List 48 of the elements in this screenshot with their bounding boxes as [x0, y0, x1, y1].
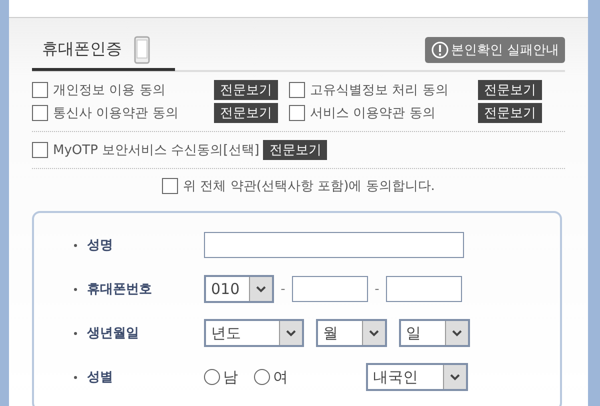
chevron-down-icon [369, 329, 379, 337]
view-button[interactable]: 전문보기 [478, 103, 542, 123]
agreement-label: 고유식별정보 처리 동의 [310, 82, 450, 99]
view-button[interactable]: 전문보기 [263, 140, 328, 160]
agreement-label: 통신사 이용약관 동의 [53, 105, 180, 122]
bullet-icon [74, 332, 77, 334]
agreement-label: MyOTP 보안서비스 수신동의[선택] [53, 142, 260, 159]
radio-button[interactable] [204, 369, 220, 385]
checkbox[interactable] [32, 82, 48, 98]
year-select[interactable]: 년도 [204, 319, 304, 347]
name-field[interactable] [204, 232, 464, 258]
field-label: 휴대폰번호 [87, 281, 153, 298]
month-select[interactable]: 월 [316, 319, 387, 347]
phone-field[interactable] [292, 276, 368, 302]
help-button[interactable]: 본인확인 실패안내 [424, 37, 565, 63]
nationality-select[interactable]: 내국인 [366, 363, 468, 391]
chevron-down-icon [256, 285, 266, 293]
checkbox[interactable] [289, 105, 305, 121]
agreement-label: 개인정보 이용 동의 [53, 82, 166, 99]
chevron-down-icon [452, 329, 462, 337]
radio-button[interactable] [254, 369, 270, 385]
agreement-label: 서비스 이용약관 동의 [310, 105, 436, 122]
bullet-icon [74, 244, 77, 246]
dash: - [280, 282, 286, 296]
agree-all-label: 위 전체 약관(선택사항 포함)에 동의합니다. [183, 178, 435, 195]
radio-label: 남 [223, 368, 238, 386]
chevron-down-icon [450, 373, 460, 381]
view-button[interactable]: 전문보기 [214, 80, 278, 100]
radio-label: 여 [273, 368, 288, 386]
phone-field[interactable] [386, 276, 462, 302]
view-button[interactable]: 전문보기 [478, 80, 542, 100]
field-label: 생년월일 [87, 325, 140, 342]
bullet-icon [74, 288, 77, 290]
checkbox[interactable] [32, 142, 48, 158]
dash: - [374, 282, 380, 296]
day-select[interactable]: 일 [399, 319, 470, 347]
phone-icon [134, 36, 150, 64]
field-label: 성명 [87, 237, 114, 254]
tab[interactable]: 휴대폰인증 [32, 31, 175, 71]
checkbox[interactable] [162, 178, 178, 194]
checkbox[interactable] [289, 82, 305, 98]
field-label: 성별 [87, 369, 114, 386]
prefix-select[interactable]: 010 [204, 275, 274, 303]
chevron-down-icon [286, 329, 296, 337]
bullet-icon [74, 376, 77, 378]
checkbox[interactable] [32, 105, 48, 121]
view-button[interactable]: 전문보기 [214, 103, 278, 123]
exclamation-icon [430, 41, 449, 59]
